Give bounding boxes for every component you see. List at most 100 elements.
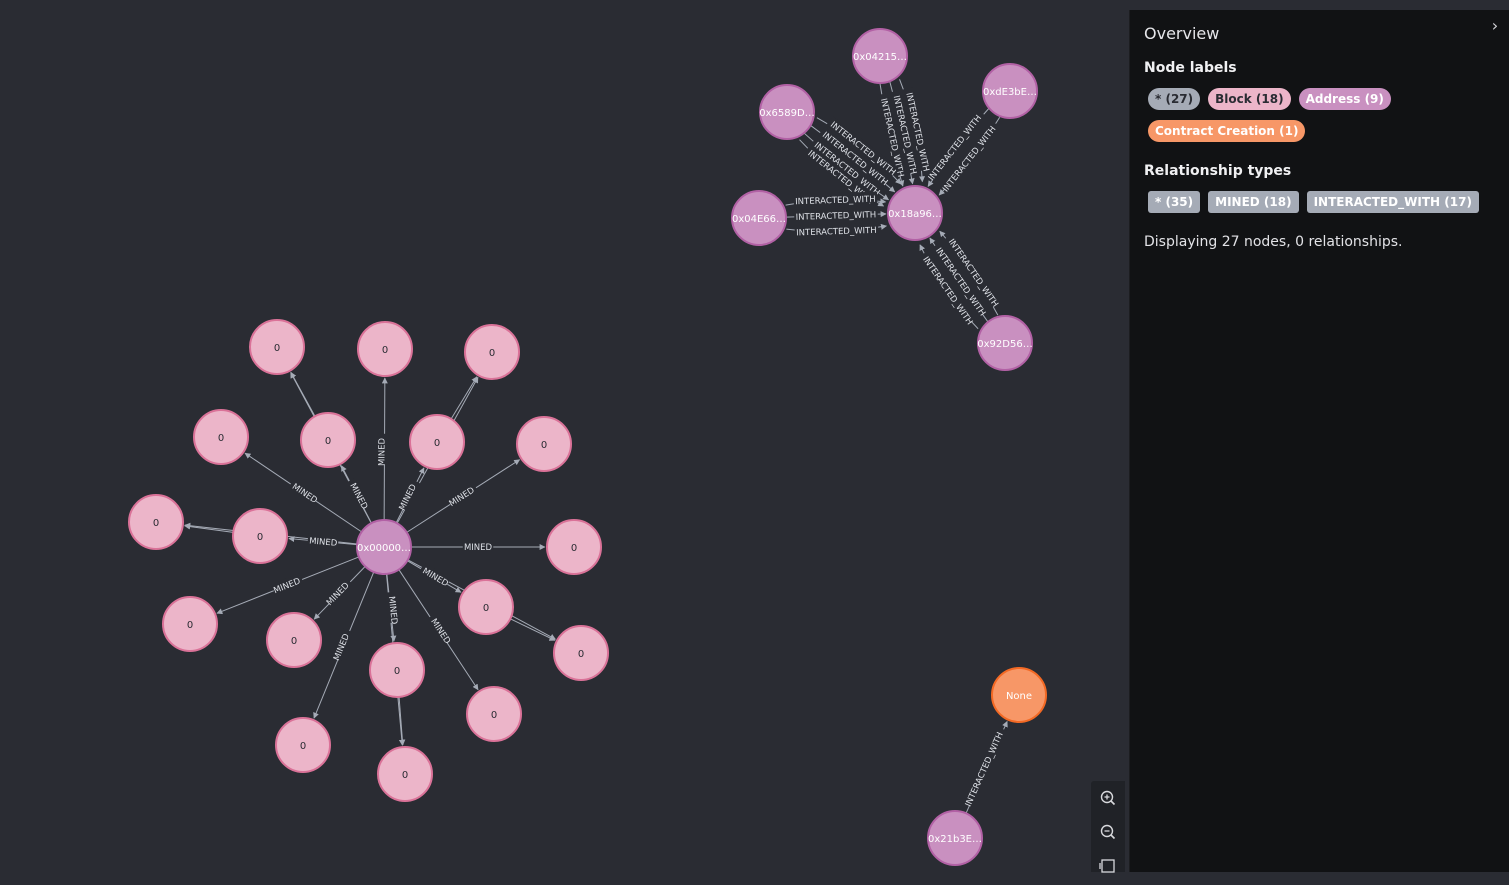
node-caption: 0x00000… xyxy=(357,543,411,554)
block-node-9[interactable]: 0 xyxy=(232,508,288,564)
node-caption: 0 xyxy=(382,345,388,356)
block-node-14[interactable]: 0 xyxy=(553,625,609,681)
block-node-1[interactable]: 0 xyxy=(249,319,305,375)
chip-mined-18[interactable]: MINED (18) xyxy=(1208,191,1299,213)
address-node-0x04215[interactable]: 0x04215… xyxy=(852,28,908,84)
zoom-in-button[interactable] xyxy=(1091,783,1125,813)
relationship-label: INTERACTED_WITH xyxy=(964,731,1006,809)
relationship-label: MINED xyxy=(464,543,493,553)
node-caption: 0 xyxy=(489,348,495,359)
node-caption: 0 xyxy=(402,770,408,781)
mined-relationship[interactable]: MINED xyxy=(406,459,521,533)
mined-relationship[interactable] xyxy=(450,376,478,420)
node-label-chips: * (27) Block (18) Address (9) Contract Crea… xyxy=(1148,88,1498,152)
block-node-8[interactable]: 0 xyxy=(128,494,184,550)
mined-relationship[interactable] xyxy=(184,523,234,533)
block-node-6[interactable]: 0 xyxy=(409,414,465,470)
node-caption: 0x18a96… xyxy=(888,209,942,220)
address-node-0x6589d[interactable]: 0x6589D… xyxy=(759,84,815,140)
block-node-10[interactable]: 0 xyxy=(546,519,602,575)
interacted-with-relationship[interactable]: INTERACTED_WITH xyxy=(786,222,887,239)
relationship-label: MINED xyxy=(377,437,387,466)
node-caption: None xyxy=(1006,691,1032,702)
relationship-label: INTERACTED_WITH xyxy=(796,226,877,239)
relationship-label: INTERACTED_WITH xyxy=(795,195,876,208)
block-node-7[interactable]: 0 xyxy=(516,416,572,472)
block-node-11[interactable]: 0 xyxy=(162,596,218,652)
chip-35[interactable]: * (35) xyxy=(1148,191,1201,213)
contract-creation-node[interactable]: None xyxy=(991,667,1047,723)
node-caption: 0x04215… xyxy=(853,52,907,63)
zoom-in-icon xyxy=(1100,790,1116,806)
address-node-hub[interactable]: 0x18a96… xyxy=(887,185,943,241)
node-caption: 0xdE3bE… xyxy=(983,87,1037,98)
relationship-label: MINED xyxy=(347,482,369,512)
interacted-with-relationship[interactable]: INTERACTED_WITH xyxy=(785,191,887,208)
node-caption: 0x6589D… xyxy=(759,108,814,119)
chip-contract-creation-1[interactable]: Contract Creation (1) xyxy=(1148,120,1306,142)
relationship-label: MINED xyxy=(397,482,419,512)
fit-screen-button[interactable] xyxy=(1091,851,1125,881)
mined-relationship[interactable]: MINED xyxy=(411,540,546,553)
mined-relationship[interactable] xyxy=(510,618,556,641)
block-node-4[interactable]: 0 xyxy=(193,409,249,465)
node-caption: 0 xyxy=(491,710,497,721)
address-node-0x04e66[interactable]: 0x04E66… xyxy=(731,190,787,246)
node-caption: 0 xyxy=(300,741,306,752)
interacted-with-relationship[interactable]: INTERACTED_WITH xyxy=(785,207,887,223)
chip-interacted-with-17[interactable]: INTERACTED_WITH (17) xyxy=(1306,191,1479,213)
node-caption: 0x21b3E… xyxy=(928,834,982,845)
node-caption: 0 xyxy=(578,649,584,660)
chip-address-9[interactable]: Address (9) xyxy=(1298,88,1391,110)
address-node-0xde3be[interactable]: 0xdE3bE… xyxy=(982,63,1038,119)
block-node-17[interactable]: 0 xyxy=(275,717,331,773)
zoom-out-button[interactable] xyxy=(1091,817,1125,847)
mined-relationship[interactable]: MINED xyxy=(377,377,389,521)
node-caption: 0 xyxy=(291,636,297,647)
address-node-0x92d56[interactable]: 0x92D56… xyxy=(977,315,1033,371)
overview-panel: › Overview Node labels * (27) Block (18) A… xyxy=(1129,10,1509,872)
block-node-16[interactable]: 0 xyxy=(466,686,522,742)
address-node-miner[interactable]: 0x00000… xyxy=(356,519,412,575)
node-caption: 0 xyxy=(571,543,577,554)
block-node-15[interactable]: 0 xyxy=(369,642,425,698)
block-node-3[interactable]: 0 xyxy=(464,324,520,380)
panel-title: Overview xyxy=(1144,24,1220,43)
block-node-2[interactable]: 0 xyxy=(357,321,413,377)
zoom-out-icon xyxy=(1100,824,1116,840)
chevron-right-icon[interactable]: › xyxy=(1486,16,1504,36)
node-caption: 0 xyxy=(483,603,489,614)
node-labels-heading: Node labels xyxy=(1144,60,1237,76)
relationship-label: MINED xyxy=(309,536,338,548)
node-caption: 0 xyxy=(274,343,280,354)
node-caption: 0 xyxy=(257,532,263,543)
fit-screen-icon xyxy=(1099,859,1115,873)
node-caption: 0 xyxy=(153,518,159,529)
interacted-with-relationship[interactable]: INTERACTED_WITH xyxy=(963,720,1008,814)
relationship-label: MINED xyxy=(428,617,452,646)
interacted-with-relationship[interactable]: INTERACTED_WITH xyxy=(804,133,890,201)
block-node-5[interactable]: 0 xyxy=(300,412,356,468)
node-caption: 0x92D56… xyxy=(977,339,1032,350)
mined-relationship[interactable]: MINED xyxy=(407,560,462,593)
node-caption: 0 xyxy=(325,436,331,447)
graph-canvas[interactable]: MINEDMINED MINEDMINEDMINED MINEDMINEDMINED… xyxy=(0,0,1129,872)
mined-relationship[interactable] xyxy=(290,371,316,417)
node-caption: 0 xyxy=(434,438,440,449)
node-caption: 0 xyxy=(541,440,547,451)
node-caption: 0 xyxy=(394,666,400,677)
relationship-label: MINED xyxy=(332,632,352,662)
block-node-12[interactable]: 0 xyxy=(266,612,322,668)
chip-27[interactable]: * (27) xyxy=(1148,88,1201,110)
block-node-13[interactable]: 0 xyxy=(458,579,514,635)
address-node-0x21b3e[interactable]: 0x21b3E… xyxy=(927,810,983,866)
mined-relationship[interactable]: MINED xyxy=(341,465,372,524)
chip-block-18[interactable]: Block (18) xyxy=(1208,88,1291,110)
relationship-label: INTERACTED_WITH xyxy=(796,210,877,223)
mined-relationship[interactable]: MINED xyxy=(395,467,425,524)
mined-relationship[interactable]: MINED xyxy=(288,533,358,549)
node-caption: 0x04E66… xyxy=(732,214,786,225)
node-caption: 0 xyxy=(187,620,193,631)
zoom-controls xyxy=(1091,781,1125,873)
block-node-18[interactable]: 0 xyxy=(377,746,433,802)
